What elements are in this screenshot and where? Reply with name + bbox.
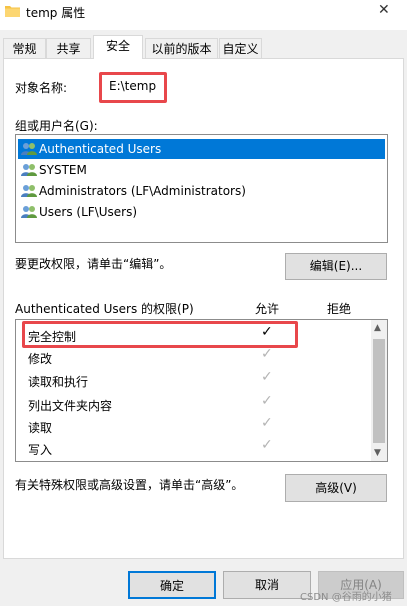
close-icon[interactable]: ✕ <box>378 2 390 18</box>
full-control-highlight <box>22 321 298 348</box>
ok-button[interactable]: 确定 <box>128 571 216 599</box>
scroll-down-icon[interactable]: ▼ <box>374 448 381 458</box>
users-icon <box>21 143 37 155</box>
edit-button-label: 编辑(E)... <box>309 259 363 273</box>
permissions-scrollbar[interactable]: ▲ ▼ <box>371 320 387 461</box>
deny-column-header: 拒绝 <box>327 302 352 316</box>
users-icon <box>21 206 37 218</box>
allow-checkmark-icon: ✓ <box>261 346 273 362</box>
window-title: temp 属性 <box>26 6 86 20</box>
object-name-value: E:\temp <box>109 79 157 93</box>
tab-security[interactable]: 安全 <box>93 35 143 59</box>
permission-name: 读取 <box>28 421 53 435</box>
allow-checkmark-icon: ✓ <box>261 415 273 431</box>
list-item[interactable]: Authenticated Users <box>18 139 385 159</box>
tab-security-label: 安全 <box>105 39 130 53</box>
allow-checkmark-icon: ✓ <box>261 437 273 453</box>
tab-general-label: 常规 <box>12 42 37 56</box>
list-item[interactable]: Administrators (LF\Administrators) <box>18 181 385 201</box>
advanced-button[interactable]: 高级(V) <box>285 474 387 502</box>
advanced-button-label: 高级(V) <box>315 481 357 495</box>
permissions-header: Authenticated Users 的权限(P) <box>15 302 194 316</box>
groups-listbox[interactable]: Authenticated Users SYSTEM Administrator… <box>15 134 388 243</box>
ok-button-label: 确定 <box>159 579 184 593</box>
advanced-hint: 有关特殊权限或高级设置，请单击“高级”。 <box>15 478 244 492</box>
watermark: CSDN @谷雨的小猪 <box>300 592 392 603</box>
tab-customize-label: 自定义 <box>222 42 259 56</box>
list-item[interactable]: SYSTEM <box>18 160 385 180</box>
permission-name: 读取和执行 <box>28 375 89 389</box>
users-icon <box>21 185 37 197</box>
allow-checkmark-icon: ✓ <box>261 393 273 409</box>
list-item-label: SYSTEM <box>39 163 87 177</box>
edit-hint: 要更改权限，请单击“编辑”。 <box>15 257 172 271</box>
title-bar: temp 属性 ✕ <box>0 0 407 30</box>
tab-customize[interactable]: 自定义 <box>219 38 262 58</box>
tab-sharing-label: 共享 <box>56 42 81 56</box>
tab-previous-versions-label: 以前的版本 <box>151 42 212 56</box>
allow-checkmark-icon: ✓ <box>261 369 273 385</box>
folder-icon <box>5 6 20 17</box>
permission-name: 修改 <box>28 352 53 366</box>
users-icon <box>21 164 37 176</box>
cancel-button-label: 取消 <box>254 578 279 592</box>
tab-sharing[interactable]: 共享 <box>46 38 91 58</box>
list-item[interactable]: Users (LF\Users) <box>18 202 385 222</box>
tab-general[interactable]: 常规 <box>3 38 46 58</box>
scroll-up-icon[interactable]: ▲ <box>374 323 381 333</box>
list-item-label: Administrators (LF\Administrators) <box>39 184 246 198</box>
list-item-label: Users (LF\Users) <box>39 205 138 219</box>
list-item-label: Authenticated Users <box>39 142 162 156</box>
permission-name: 写入 <box>28 443 53 457</box>
scroll-thumb[interactable] <box>373 339 385 443</box>
groups-label: 组或用户名(G): <box>15 119 98 133</box>
cancel-button[interactable]: 取消 <box>223 571 311 599</box>
permission-name: 列出文件夹内容 <box>28 399 113 413</box>
edit-button[interactable]: 编辑(E)... <box>285 253 387 280</box>
tab-previous-versions[interactable]: 以前的版本 <box>145 38 218 58</box>
object-name-label: 对象名称: <box>15 81 68 95</box>
allow-column-header: 允许 <box>255 302 280 316</box>
